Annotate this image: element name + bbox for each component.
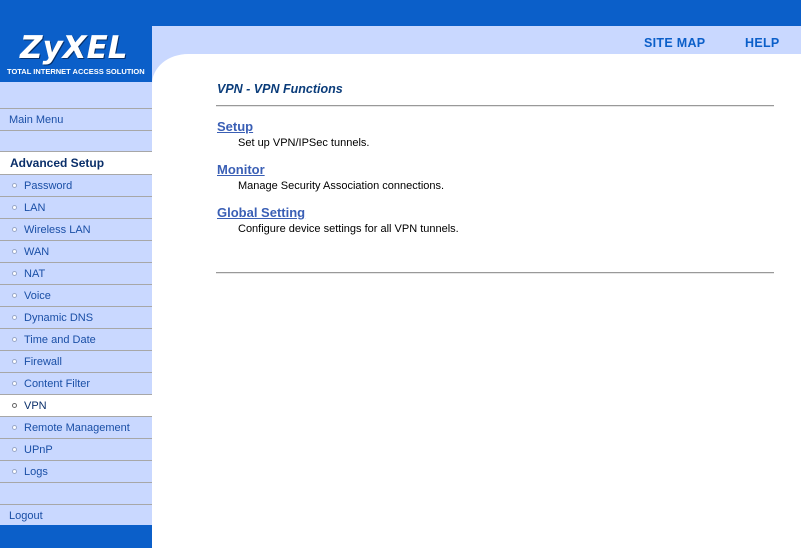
sidebar-item-label: Logs xyxy=(24,466,48,478)
bullet-icon xyxy=(12,337,17,342)
sidebar-item-label: WAN xyxy=(24,246,50,258)
sidebar-item-dynamic-dns[interactable]: Dynamic DNS xyxy=(0,306,152,328)
sidebar-item-wan[interactable]: WAN xyxy=(0,240,152,262)
bullet-icon xyxy=(12,249,17,254)
sidebar-main-menu-label: Main Menu xyxy=(9,114,64,126)
sidebar-item-label: Voice xyxy=(24,290,51,302)
sidebar-item-label: VPN xyxy=(24,400,47,412)
sidebar-item-vpn[interactable]: VPN xyxy=(0,394,152,416)
sidebar-item-label: NAT xyxy=(24,268,46,280)
top-banner xyxy=(0,0,801,26)
advanced-setup-label: Advanced Setup xyxy=(10,156,105,170)
sidebar-item-label: Firewall xyxy=(24,356,62,368)
sidebar-item-nat[interactable]: NAT xyxy=(0,262,152,284)
sidebar-advanced-setup-header: Advanced Setup xyxy=(0,151,152,174)
bullet-icon xyxy=(12,183,17,188)
global-setting-link[interactable]: Global Setting xyxy=(217,205,305,220)
sidebar-spacer-top xyxy=(0,82,152,108)
sidebar-item-lan[interactable]: LAN xyxy=(0,196,152,218)
bullet-icon xyxy=(12,271,17,276)
sidebar-item-wireless-lan[interactable]: Wireless LAN xyxy=(0,218,152,240)
site-map-link[interactable]: SITE MAP xyxy=(644,36,705,50)
logo-tagline: TOTAL INTERNET ACCESS SOLUTION xyxy=(7,67,145,76)
sidebar-item-label: Dynamic DNS xyxy=(24,312,94,324)
header-curve-decoration xyxy=(152,54,192,84)
bullet-icon xyxy=(12,359,17,364)
setup-link[interactable]: Setup xyxy=(217,119,253,134)
bullet-icon xyxy=(12,315,17,320)
bullet-icon xyxy=(12,205,17,210)
sidebar-logout[interactable]: Logout xyxy=(0,504,152,525)
bullet-icon xyxy=(12,293,17,298)
sidebar-item-label: Wireless LAN xyxy=(24,224,91,236)
sidebar-item-label: UPnP xyxy=(24,444,53,456)
sidebar-item-voice[interactable]: Voice xyxy=(0,284,152,306)
help-link[interactable]: HELP xyxy=(745,36,780,50)
bullet-icon xyxy=(12,447,17,452)
setup-description: Set up VPN/IPSec tunnels. xyxy=(238,137,370,149)
bullet-icon xyxy=(12,469,17,474)
sidebar-item-firewall[interactable]: Firewall xyxy=(0,350,152,372)
bullet-icon xyxy=(12,227,17,232)
sidebar-item-upnp[interactable]: UPnP xyxy=(0,438,152,460)
divider-bottom xyxy=(216,272,774,274)
sidebar-item-password[interactable]: Password xyxy=(0,174,152,196)
bullet-icon xyxy=(12,403,17,408)
monitor-description: Manage Security Association connections. xyxy=(238,180,445,192)
sidebar-item-time-and-date[interactable]: Time and Date xyxy=(0,328,152,350)
sidebar-item-label: Password xyxy=(24,180,73,192)
logo-wordmark: ZyXEL xyxy=(20,30,128,66)
sidebar-spacer xyxy=(0,130,152,151)
sidebar-item-logs[interactable]: Logs xyxy=(0,460,152,482)
bullet-icon xyxy=(12,381,17,386)
bullet-icon xyxy=(12,425,17,430)
sidebar-item-label: Remote Management xyxy=(24,422,130,434)
global-setting-description: Configure device settings for all VPN tu… xyxy=(238,223,459,235)
sidebar-item-label: Time and Date xyxy=(24,334,96,346)
page-title: VPN - VPN Functions xyxy=(217,82,343,96)
sidebar-bottom-band xyxy=(0,525,152,548)
sidebar-item-label: Content Filter xyxy=(24,378,91,390)
divider-top xyxy=(216,105,774,107)
zyxel-logo: ZyXEL TOTAL INTERNET ACCESS SOLUTION xyxy=(0,26,152,82)
sidebar-item-label: LAN xyxy=(24,202,46,214)
sidebar-main-menu[interactable]: Main Menu xyxy=(0,108,152,130)
sidebar-item-content-filter[interactable]: Content Filter xyxy=(0,372,152,394)
sidebar-spacer xyxy=(0,482,152,504)
sidebar-logout-label: Logout xyxy=(9,510,43,522)
sidebar-item-remote-management[interactable]: Remote Management xyxy=(0,416,152,438)
monitor-link[interactable]: Monitor xyxy=(217,162,265,177)
